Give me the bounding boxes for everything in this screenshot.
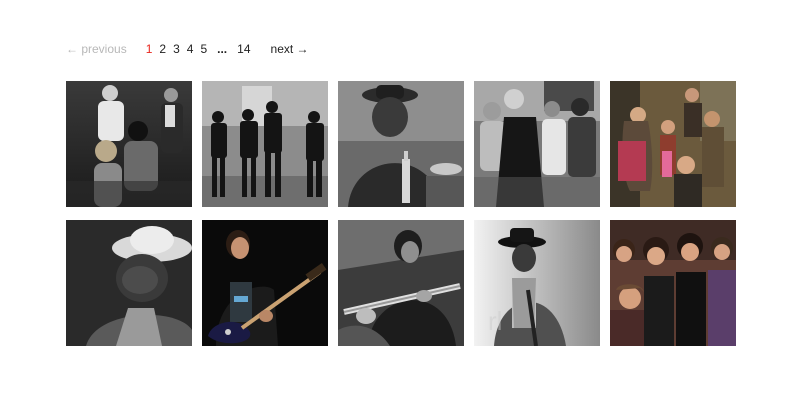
photo-image-7 xyxy=(202,220,328,346)
page-link-3[interactable]: 3 xyxy=(173,41,180,57)
photo-thumbnail-1[interactable] xyxy=(66,81,192,207)
photo-thumbnail-10[interactable] xyxy=(610,220,736,346)
photo-image-9: rl xyxy=(474,220,600,346)
svg-text:rl: rl xyxy=(488,306,502,336)
page-link-14[interactable]: 14 xyxy=(237,41,250,57)
photo-thumbnail-6[interactable] xyxy=(66,220,192,346)
next-link[interactable]: next → xyxy=(271,41,309,57)
photo-thumbnail-5[interactable] xyxy=(610,81,736,207)
page-link-1[interactable]: 1 xyxy=(146,41,153,57)
photo-image-8 xyxy=(338,220,464,346)
photo-image-4 xyxy=(474,81,600,207)
photo-image-1 xyxy=(66,81,192,207)
page-link-5[interactable]: 5 xyxy=(200,41,207,57)
page-link-4[interactable]: 4 xyxy=(187,41,194,57)
pagination: ← previous 1 2 3 4 5 ... 14 next → xyxy=(66,41,309,57)
photo-thumbnail-8[interactable] xyxy=(338,220,464,346)
photo-thumbnail-4[interactable] xyxy=(474,81,600,207)
photo-image-2 xyxy=(202,81,328,207)
photo-image-6 xyxy=(66,220,192,346)
photo-image-3 xyxy=(338,81,464,207)
pagination-ellipsis: ... xyxy=(217,42,228,56)
photo-thumbnail-7[interactable] xyxy=(202,220,328,346)
previous-link[interactable]: ← previous xyxy=(66,41,127,57)
page-link-2[interactable]: 2 xyxy=(159,41,166,57)
photo-grid: rl xyxy=(66,81,736,346)
photo-thumbnail-2[interactable] xyxy=(202,81,328,207)
photo-image-10 xyxy=(610,220,736,346)
photo-thumbnail-9[interactable]: rl xyxy=(474,220,600,346)
photo-image-5 xyxy=(610,81,736,207)
photo-thumbnail-3[interactable] xyxy=(338,81,464,207)
